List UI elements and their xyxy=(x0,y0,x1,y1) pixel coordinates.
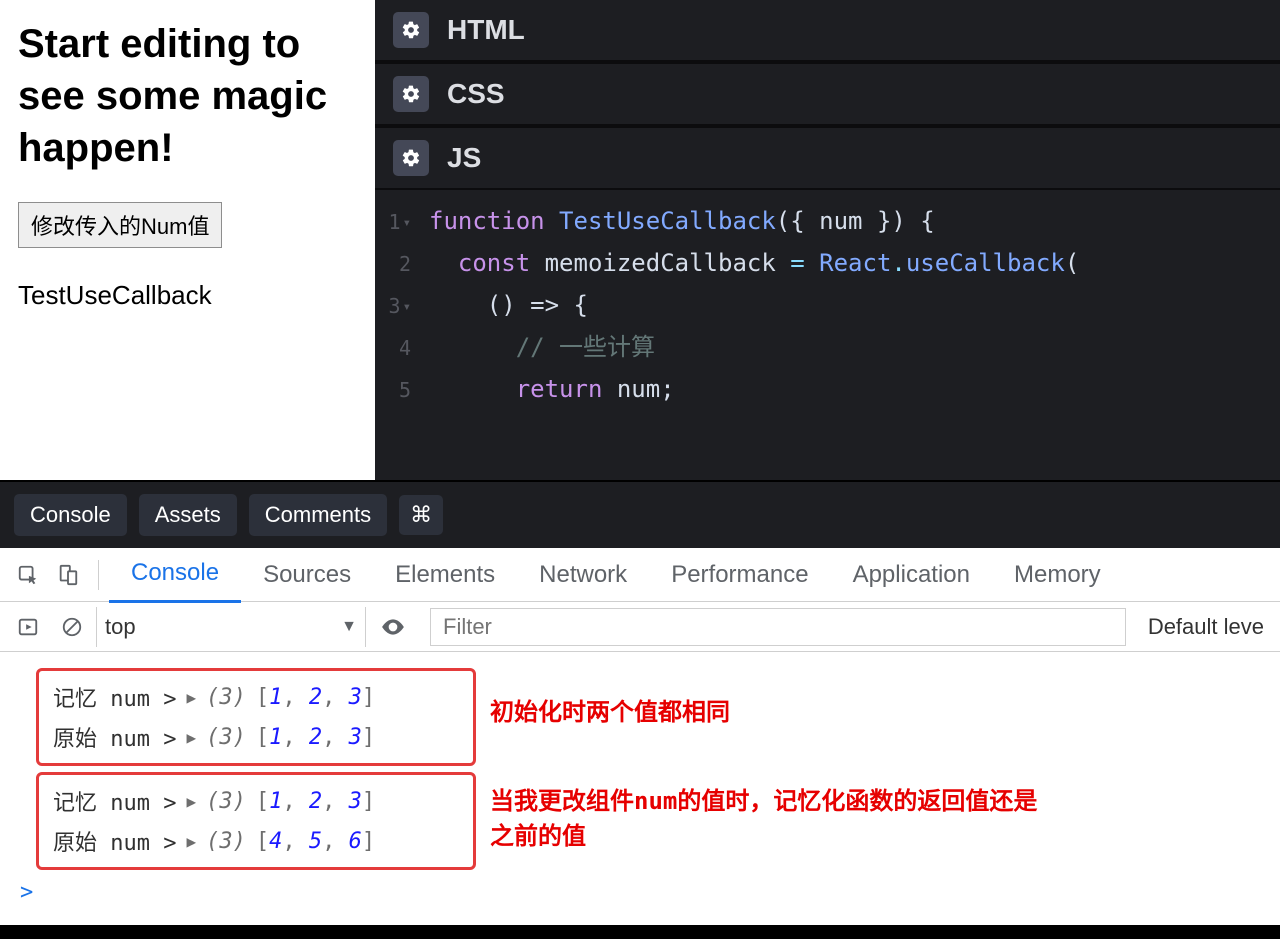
line-number: 2 xyxy=(375,247,429,282)
log-label: 原始 num > xyxy=(53,721,176,753)
array-length: (3) xyxy=(206,725,246,750)
devtools-tab-sources[interactable]: Sources xyxy=(241,548,373,602)
devtools-tab-console[interactable]: Console xyxy=(109,546,241,603)
annotation-2: 当我更改组件num的值时，记忆化函数的返回值还是之前的值 xyxy=(490,784,1050,854)
log-label: 原始 num > xyxy=(53,825,176,857)
code-line: return num; xyxy=(429,368,675,410)
array-length: (3) xyxy=(206,789,246,814)
log-row[interactable]: 原始 num > ▶ (3) [4, 5, 6] xyxy=(39,821,473,861)
chevron-down-icon: ▼ xyxy=(341,618,357,636)
line-number: 4 xyxy=(375,331,429,366)
log-label: 记忆 num > xyxy=(53,785,176,817)
component-name-label: TestUseCallback xyxy=(18,280,357,311)
editor-pane: HTML CSS JS 1▾ function TestUseCallback(… xyxy=(375,0,1280,480)
separator xyxy=(98,560,99,590)
console-output: 记忆 num > ▶ (3) [1, 2, 3] 原始 num > ▶ (3) … xyxy=(0,652,1280,925)
tab-console[interactable]: Console xyxy=(14,494,127,536)
devtools-tab-application[interactable]: Application xyxy=(831,548,992,602)
live-expression-icon[interactable] xyxy=(370,614,416,640)
editor-css-title: CSS xyxy=(447,78,505,110)
context-value: top xyxy=(105,614,136,640)
array-preview: [4, 5, 6] xyxy=(256,829,375,854)
preview-heading: Start editing to see some magic happen! xyxy=(18,18,357,174)
array-preview: [1, 2, 3] xyxy=(256,685,375,710)
toggle-sidebar-icon[interactable] xyxy=(8,607,48,647)
line-number: 5 xyxy=(375,373,429,408)
annotated-group-1: 记忆 num > ▶ (3) [1, 2, 3] 原始 num > ▶ (3) … xyxy=(36,668,476,766)
log-row[interactable]: 记忆 num > ▶ (3) [1, 2, 3] xyxy=(39,677,473,717)
devtools-tab-performance[interactable]: Performance xyxy=(649,548,830,602)
code-line: const memoizedCallback = React.useCallba… xyxy=(429,242,1079,284)
annotated-group-2: 记忆 num > ▶ (3) [1, 2, 3] 原始 num > ▶ (3) … xyxy=(36,772,476,870)
clear-console-icon[interactable] xyxy=(52,607,92,647)
gear-icon[interactable] xyxy=(393,140,429,176)
gear-icon[interactable] xyxy=(393,12,429,48)
tab-comments[interactable]: Comments xyxy=(249,494,387,536)
code-line: // 一些计算 xyxy=(429,326,655,368)
editor-js-header[interactable]: JS xyxy=(375,126,1280,190)
editor-css-header[interactable]: CSS xyxy=(375,62,1280,126)
tab-assets[interactable]: Assets xyxy=(139,494,237,536)
log-level-select[interactable]: Default leve xyxy=(1140,614,1272,640)
inspect-element-icon[interactable] xyxy=(8,555,48,595)
expand-icon[interactable]: ▶ xyxy=(186,688,196,707)
line-number: 3▾ xyxy=(375,289,429,324)
keyboard-shortcuts-button[interactable]: ⌘ xyxy=(399,495,443,535)
devtools-tab-network[interactable]: Network xyxy=(517,548,649,602)
expand-icon[interactable]: ▶ xyxy=(186,832,196,851)
change-num-button[interactable]: 修改传入的Num值 xyxy=(18,202,222,248)
editor-html-title: HTML xyxy=(447,14,525,46)
line-number: 1▾ xyxy=(375,205,429,240)
devtools-tab-bar: Console Sources Elements Network Perform… xyxy=(0,548,1280,602)
expand-icon[interactable]: ▶ xyxy=(186,792,196,811)
filter-input[interactable] xyxy=(430,608,1126,646)
devtools-panel: Console Sources Elements Network Perform… xyxy=(0,548,1280,925)
console-prompt[interactable]: > xyxy=(20,880,1270,905)
log-label: 记忆 num > xyxy=(53,681,176,713)
devtools-tab-memory[interactable]: Memory xyxy=(992,548,1123,602)
devtools-console-toolbar: top ▼ Default leve xyxy=(0,602,1280,652)
device-toggle-icon[interactable] xyxy=(48,555,88,595)
preview-pane: Start editing to see some magic happen! … xyxy=(0,0,375,480)
gear-icon[interactable] xyxy=(393,76,429,112)
js-code-editor[interactable]: 1▾ function TestUseCallback({ num }) { 2… xyxy=(375,190,1280,480)
editor-js-title: JS xyxy=(447,142,481,174)
array-length: (3) xyxy=(206,829,246,854)
code-line: () => { xyxy=(429,284,588,326)
editor-html-header[interactable]: HTML xyxy=(375,0,1280,62)
log-row[interactable]: 记忆 num > ▶ (3) [1, 2, 3] xyxy=(39,781,473,821)
expand-icon[interactable]: ▶ xyxy=(186,728,196,747)
devtools-tab-elements[interactable]: Elements xyxy=(373,548,517,602)
codepen-bottom-tabs: Console Assets Comments ⌘ xyxy=(0,480,1280,548)
code-line: function TestUseCallback({ num }) { xyxy=(429,200,935,242)
array-preview: [1, 2, 3] xyxy=(256,789,375,814)
annotation-1: 初始化时两个值都相同 xyxy=(490,695,730,730)
array-length: (3) xyxy=(206,685,246,710)
execution-context-select[interactable]: top ▼ xyxy=(96,607,366,647)
log-row[interactable]: 原始 num > ▶ (3) [1, 2, 3] xyxy=(39,717,473,757)
array-preview: [1, 2, 3] xyxy=(256,725,375,750)
